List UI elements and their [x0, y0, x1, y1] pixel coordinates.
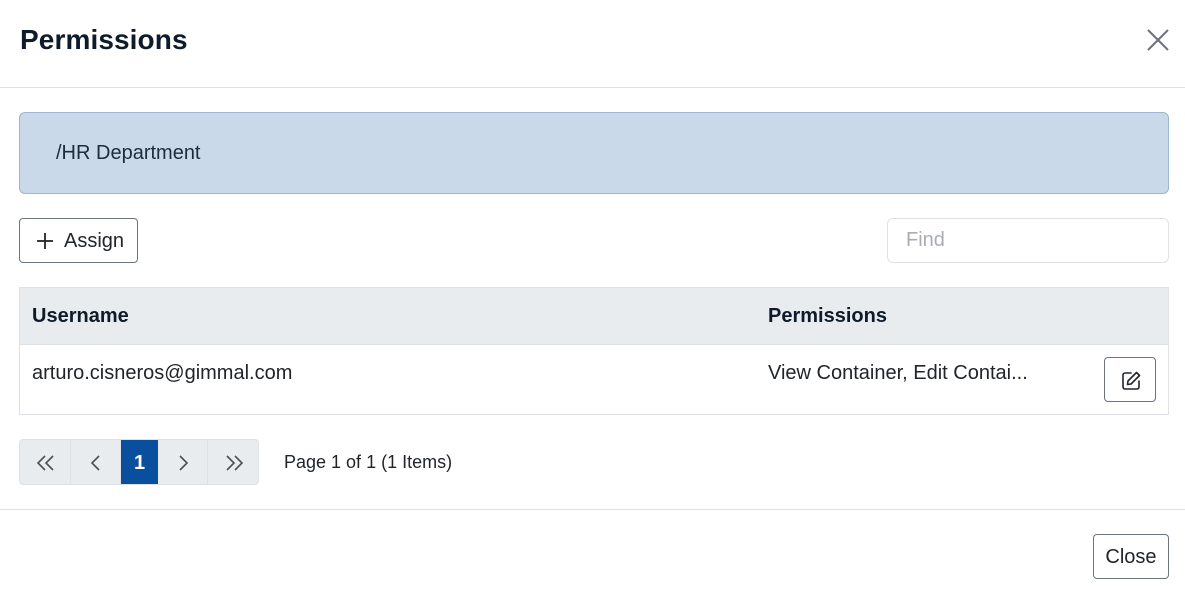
- path-text: /HR Department: [56, 142, 201, 164]
- permissions-grid: Username Permissions arturo.cisneros@gim…: [19, 287, 1169, 415]
- double-chevron-right-icon: [226, 455, 244, 471]
- table-row[interactable]: arturo.cisneros@gimmal.com View Containe…: [20, 345, 1168, 414]
- close-button[interactable]: Close: [1093, 534, 1169, 579]
- chevron-right-icon: [179, 455, 189, 471]
- first-page-button[interactable]: [20, 440, 71, 484]
- assign-label: Assign: [64, 230, 125, 252]
- cell-permissions: View Container, Edit Contai...: [768, 362, 1028, 384]
- pagination: 1: [19, 439, 259, 485]
- next-page-button[interactable]: [158, 440, 208, 484]
- edit-icon: [1122, 371, 1141, 390]
- grid-header: Username Permissions: [20, 288, 1168, 345]
- dialog-header: Permissions: [0, 0, 1185, 88]
- prev-page-button[interactable]: [71, 440, 121, 484]
- page-button-1[interactable]: 1: [121, 440, 158, 484]
- double-chevron-left-icon: [36, 455, 54, 471]
- close-button-label: Close: [1105, 546, 1157, 568]
- cell-username: arturo.cisneros@gimmal.com: [32, 362, 293, 384]
- path-banner: /HR Department: [19, 112, 1169, 194]
- plus-icon: [35, 231, 55, 251]
- assign-button[interactable]: Assign: [19, 218, 138, 263]
- column-header-permissions[interactable]: Permissions: [768, 305, 887, 328]
- permissions-dialog: Permissions /HR Department Assign Userna…: [0, 0, 1185, 596]
- edit-button[interactable]: [1104, 357, 1156, 402]
- close-x-icon[interactable]: [1144, 26, 1172, 54]
- page-summary: Page 1 of 1 (1 Items): [284, 452, 453, 472]
- column-header-username[interactable]: Username: [32, 305, 129, 328]
- current-page-number: 1: [133, 452, 146, 474]
- chevron-left-icon: [90, 455, 100, 471]
- last-page-button[interactable]: [208, 440, 258, 484]
- find-input[interactable]: [887, 218, 1169, 263]
- dialog-title: Permissions: [20, 24, 188, 55]
- footer-divider: [0, 509, 1185, 510]
